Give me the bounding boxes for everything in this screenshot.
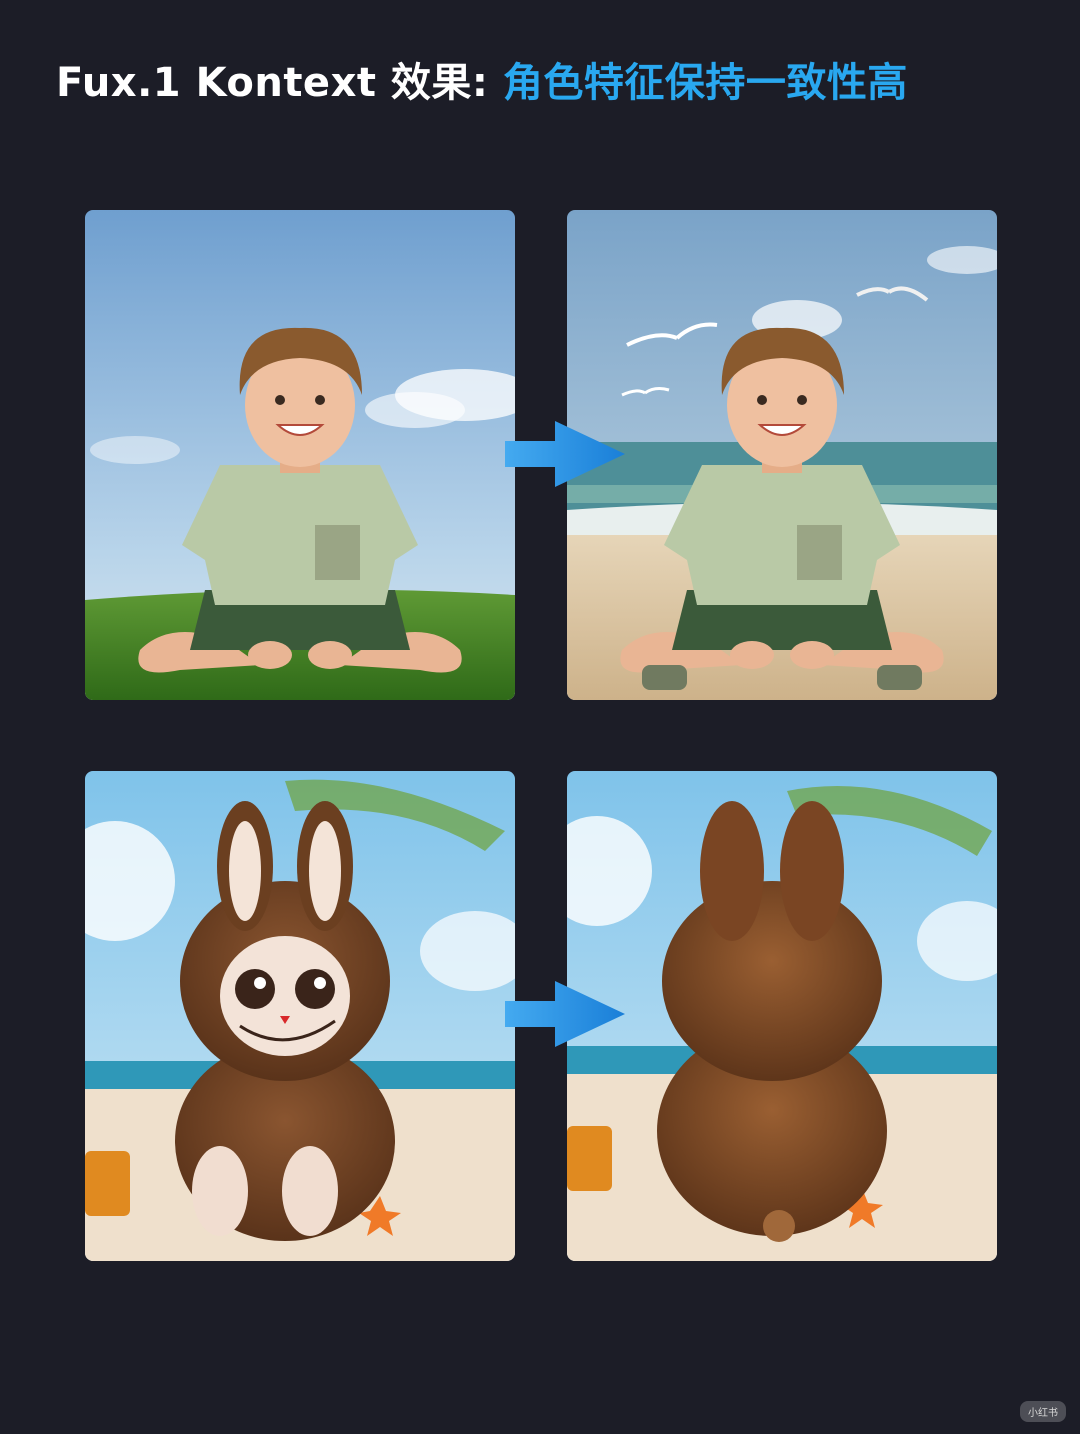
- page-title: Fux.1 Kontext 效果: 角色特征保持一致性高: [56, 50, 908, 108]
- title-prefix: Fux.1 Kontext 效果:: [56, 60, 489, 106]
- image-plush-back: [567, 771, 997, 1261]
- image-boy-grass: [85, 210, 515, 700]
- right-arrow-icon: [505, 981, 625, 1047]
- watermark: 小红书: [1020, 1401, 1066, 1422]
- image-plush-front: [85, 771, 515, 1261]
- image-boy-beach: [567, 210, 997, 700]
- title-highlight: 角色特征保持一致性高: [502, 60, 908, 106]
- right-arrow-icon: [505, 421, 625, 487]
